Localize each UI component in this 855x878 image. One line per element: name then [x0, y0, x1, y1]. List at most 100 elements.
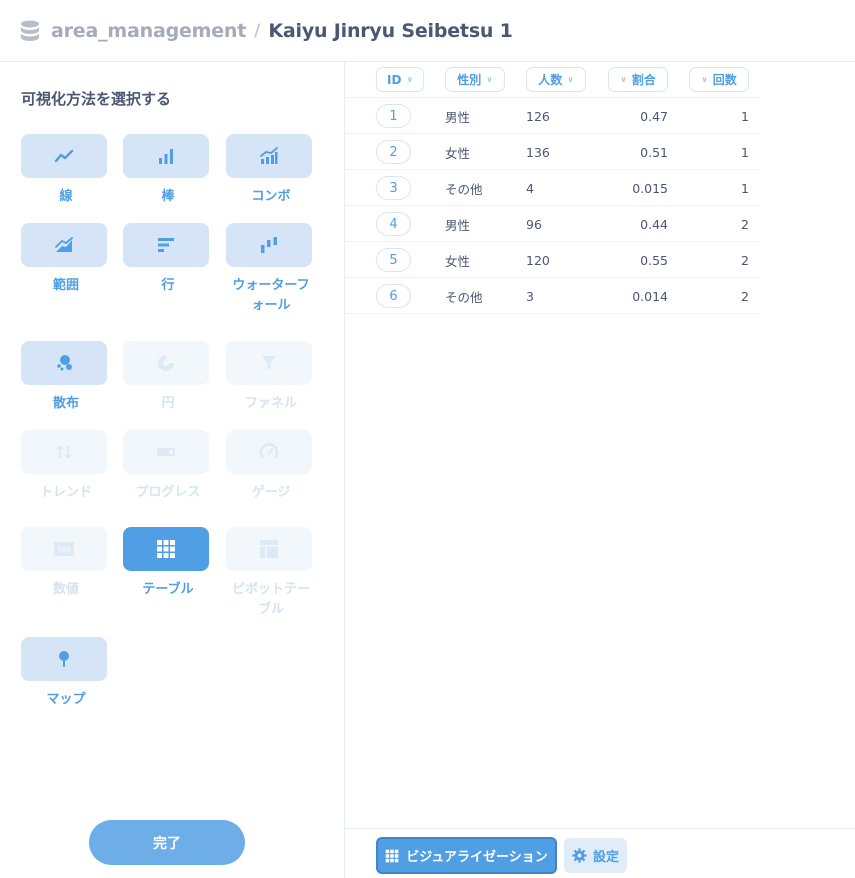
- pie-chart-icon: [158, 355, 174, 371]
- vis-option-combo[interactable]: コンボ: [226, 134, 314, 207]
- chevron-down-icon: ∨: [567, 75, 574, 84]
- row-id-link[interactable]: 6: [376, 284, 411, 308]
- table-row: 1 男性 126 0.47 1: [345, 98, 760, 134]
- cell-ratio: 0.014: [632, 288, 668, 304]
- table-row: 2 女性 136 0.51 1: [345, 134, 760, 170]
- cell-times: 1: [741, 144, 749, 160]
- vis-tile: [123, 430, 209, 474]
- vis-tile: [226, 341, 312, 385]
- row-id-link[interactable]: 4: [376, 212, 411, 236]
- svg-text:100: 100: [57, 546, 71, 555]
- table-row: 4 男性 96 0.44 2: [345, 206, 760, 242]
- number-icon: 100: [54, 542, 74, 556]
- vis-label: 散布: [52, 396, 79, 411]
- row-id-link[interactable]: 1: [376, 104, 411, 128]
- visualization-picker-panel: 可視化方法を選択する 線 棒 コンボ 範囲 行 ウォーターフォール 散布 円 フ…: [0, 62, 345, 878]
- area-chart-icon: [55, 237, 73, 252]
- chevron-down-icon: ∨: [701, 75, 708, 84]
- cell-ratio: 0.51: [640, 144, 668, 160]
- column-header-gender[interactable]: 性別 ∨: [445, 67, 505, 92]
- map-pin-icon: [59, 651, 69, 667]
- cell-gender: 男性: [445, 109, 471, 125]
- vis-label: ウォーターフォール: [232, 278, 310, 313]
- vis-tile[interactable]: [21, 134, 107, 178]
- done-button[interactable]: 完了: [89, 820, 245, 865]
- vis-tile[interactable]: [21, 223, 107, 267]
- cell-gender: 女性: [445, 253, 471, 269]
- vis-label: 円: [161, 396, 175, 411]
- cell-times: 1: [741, 108, 749, 124]
- cell-gender: 男性: [445, 217, 471, 233]
- vis-option-table[interactable]: テーブル: [123, 527, 211, 600]
- header: area_management / Kaiyu Jinryu Seibetsu …: [0, 0, 855, 62]
- row-id-link[interactable]: 5: [376, 248, 411, 272]
- vis-option-row[interactable]: 行: [123, 223, 211, 296]
- column-header-label: 人数: [538, 73, 563, 87]
- breadcrumb-database[interactable]: area_management: [51, 20, 246, 42]
- settings-button-label: 設定: [592, 850, 619, 865]
- vis-tile[interactable]: [21, 341, 107, 385]
- column-header-id[interactable]: ID ∨: [376, 67, 424, 92]
- vis-option-funnel: ファネル: [226, 341, 314, 414]
- vis-option-progress: プログレス: [123, 430, 211, 503]
- cell-times: 2: [741, 288, 749, 304]
- vis-tile: [226, 430, 312, 474]
- table-row: 6 その他 3 0.014 2: [345, 278, 760, 314]
- vis-label: ファネル: [244, 396, 297, 411]
- row-chart-icon: [158, 238, 174, 252]
- vis-option-waterfall[interactable]: ウォーターフォール: [226, 223, 314, 316]
- results-panel: ID ∨ 性別 ∨ 人数 ∨ ∨ 割合 ∨ 回数 1 男性 126 0.47 1 2 女性 1…: [345, 62, 855, 878]
- cell-count: 3: [526, 288, 534, 304]
- cell-times: 2: [741, 216, 749, 232]
- row-id-link[interactable]: 3: [376, 176, 411, 200]
- chevron-down-icon: ∨: [620, 75, 627, 84]
- vis-tile[interactable]: [123, 134, 209, 178]
- vis-option-scatter[interactable]: 散布: [21, 341, 109, 414]
- vis-label: マップ: [46, 692, 86, 707]
- vis-option-bar[interactable]: 棒: [123, 134, 211, 207]
- table-icon: [157, 540, 175, 558]
- vis-option-map[interactable]: マップ: [21, 637, 109, 710]
- cell-times: 1: [741, 180, 749, 196]
- vis-tile[interactable]: [226, 134, 312, 178]
- row-id-link[interactable]: 2: [376, 140, 411, 164]
- vis-tile[interactable]: [226, 223, 312, 267]
- scatter-chart-icon: [57, 355, 72, 371]
- column-header-label: 性別: [457, 73, 482, 87]
- table-row: 3 その他 4 0.015 1: [345, 170, 760, 206]
- table-header: ID ∨ 性別 ∨ 人数 ∨ ∨ 割合 ∨ 回数: [345, 62, 760, 98]
- cell-count: 120: [526, 252, 550, 268]
- column-header-count[interactable]: 人数 ∨: [526, 67, 586, 92]
- column-header-label: ID: [387, 72, 402, 87]
- chevron-down-icon: ∨: [406, 75, 413, 84]
- panel-title: 可視化方法を選択する: [21, 90, 172, 108]
- chevron-down-icon: ∨: [486, 75, 493, 84]
- settings-button[interactable]: 設定: [564, 838, 627, 873]
- vis-option-pie: 円: [123, 341, 211, 414]
- gear-icon: [572, 848, 587, 863]
- column-header-times[interactable]: ∨ 回数: [689, 67, 749, 92]
- cell-gender: 女性: [445, 145, 471, 161]
- table-row: 5 女性 120 0.55 2: [345, 242, 760, 278]
- vis-tile[interactable]: [21, 637, 107, 681]
- cell-count: 4: [526, 180, 534, 196]
- column-header-label: 回数: [712, 73, 737, 87]
- vis-label: トレンド: [39, 485, 92, 500]
- vis-tile: [226, 527, 312, 571]
- waterfall-chart-icon: [261, 237, 277, 253]
- column-header-label: 割合: [631, 73, 656, 87]
- vis-tile[interactable]: [123, 223, 209, 267]
- vis-tile[interactable]: [123, 527, 209, 571]
- vis-option-line[interactable]: 線: [21, 134, 109, 207]
- visualization-button[interactable]: ビジュアライゼーション: [376, 837, 557, 874]
- vis-option-pivot-table: ピボットテーブル: [226, 527, 314, 620]
- column-header-ratio[interactable]: ∨ 割合: [608, 67, 668, 92]
- vis-option-area[interactable]: 範囲: [21, 223, 109, 296]
- vis-option-number: 100 数値: [21, 527, 109, 600]
- vis-label: ピボットテーブル: [231, 582, 310, 617]
- visualization-button-label: ビジュアライゼーション: [406, 850, 548, 865]
- vis-label: 棒: [161, 189, 175, 204]
- page-title[interactable]: Kaiyu Jinryu Seibetsu 1: [268, 20, 513, 42]
- line-chart-icon: [54, 149, 74, 163]
- vis-tile: [123, 341, 209, 385]
